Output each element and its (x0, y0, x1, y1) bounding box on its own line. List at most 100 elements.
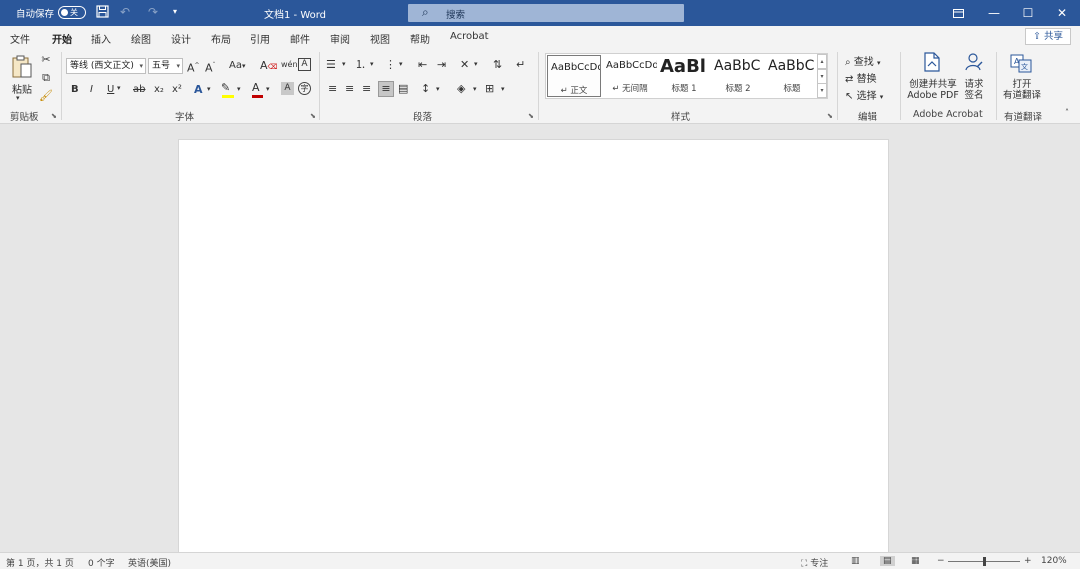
autosave-toggle[interactable]: 关 (58, 6, 86, 19)
zoom-out-icon[interactable]: − (937, 556, 945, 566)
tab-help[interactable]: 帮助 (410, 31, 430, 46)
numbering-icon[interactable]: ⒈ (355, 58, 366, 72)
tab-mailings[interactable]: 邮件 (290, 31, 310, 46)
font-name-select[interactable]: 等线 (西文正文) ▾ (66, 58, 146, 74)
tab-references[interactable]: 引用 (250, 31, 270, 46)
tab-layout[interactable]: 布局 (211, 31, 231, 46)
highlight-icon[interactable]: ✎ (221, 81, 230, 95)
find-button[interactable]: ⌕ 查找 ▾ (845, 53, 881, 68)
customize-toolbar-icon[interactable]: ▾ (168, 5, 182, 19)
chevron-down-icon[interactable]: ▾ (370, 60, 374, 68)
shading-icon[interactable]: ◈ (457, 82, 465, 96)
read-mode-icon[interactable]: ▥ (851, 556, 860, 566)
increase-indent-icon[interactable]: ⇥ (437, 58, 446, 72)
share-button[interactable]: ⇪ 共享 (1025, 28, 1071, 45)
align-center-icon[interactable]: ≡ (345, 82, 354, 96)
align-right-icon[interactable]: ≡ (362, 82, 371, 96)
search-box[interactable]: ⌕ 搜索 (408, 4, 684, 22)
minimize-icon[interactable]: — (984, 3, 1004, 23)
tab-draw[interactable]: 绘图 (131, 31, 151, 46)
tab-view[interactable]: 视图 (370, 31, 390, 46)
enclose-characters-icon[interactable]: 字 (298, 82, 311, 95)
document-page[interactable] (178, 139, 889, 552)
change-case-button[interactable]: Aa▾ (229, 60, 245, 71)
multilevel-list-icon[interactable]: ⋮ (385, 58, 396, 72)
tab-insert[interactable]: 插入 (91, 31, 111, 46)
chevron-down-icon[interactable]: ▾ (117, 84, 121, 92)
request-signature-button[interactable]: 请求 签名 (960, 79, 988, 101)
decrease-indent-icon[interactable]: ⇤ (418, 58, 427, 72)
asian-layout-icon[interactable]: ✕ (460, 58, 469, 72)
maximize-icon[interactable]: ☐ (1018, 3, 1038, 23)
styles-scroll-up-icon[interactable]: ▴ (817, 54, 827, 69)
justify-icon[interactable]: ≡ (378, 81, 394, 97)
language-indicator[interactable]: 英语(美国) (128, 556, 171, 569)
chevron-down-icon[interactable]: ▾ (399, 60, 403, 68)
line-spacing-icon[interactable]: ↕ (421, 82, 430, 96)
chevron-down-icon[interactable]: ▾ (436, 85, 440, 93)
chevron-down-icon[interactable]: ▾ (237, 85, 241, 93)
sort-icon[interactable]: ⇅ (493, 58, 502, 72)
tab-acrobat[interactable]: Acrobat (450, 31, 489, 42)
character-border-icon[interactable]: A (298, 58, 311, 71)
chevron-down-icon[interactable]: ▾ (342, 60, 346, 68)
tab-home[interactable]: 开始 (52, 31, 72, 51)
subscript-button[interactable]: x₂ (154, 84, 164, 95)
style-heading-1[interactable]: AaBl 标题 1 (657, 54, 711, 98)
focus-button[interactable]: ⛶ 专注 (801, 556, 828, 569)
zoom-in-icon[interactable]: + (1024, 556, 1032, 566)
close-icon[interactable]: ✕ (1052, 3, 1072, 23)
font-color-icon[interactable]: A (252, 81, 260, 95)
request-signature-icon[interactable] (964, 52, 984, 72)
chevron-down-icon[interactable]: ▾ (266, 85, 270, 93)
tab-file[interactable]: 文件 (10, 31, 30, 46)
style-no-spacing[interactable]: AaBbCcDd ↵ 无间隔 (603, 54, 657, 98)
align-left-icon[interactable]: ≡ (328, 82, 337, 96)
print-layout-icon[interactable]: ▤ (880, 556, 895, 566)
strikethrough-button[interactable]: ab (133, 84, 145, 95)
word-count[interactable]: 0 个字 (88, 556, 115, 569)
paste-icon[interactable] (10, 55, 34, 79)
italic-button[interactable]: I (90, 84, 93, 95)
style-normal[interactable]: AaBbCcDd ↵ 正文 (547, 55, 601, 97)
styles-more-icon[interactable]: ▾ (817, 83, 827, 98)
styles-launcher-icon[interactable]: ⬊ (827, 112, 833, 120)
styles-scroll-down-icon[interactable]: ▾ (817, 69, 827, 84)
paste-dropdown-icon[interactable]: ▾ (16, 94, 20, 102)
cut-icon[interactable]: ✂ (39, 53, 53, 67)
clipboard-launcher-icon[interactable]: ⬊ (51, 112, 57, 120)
undo-icon[interactable]: ↶ (118, 5, 132, 19)
shrink-font-icon[interactable]: Aˇ (205, 59, 216, 76)
chevron-down-icon[interactable]: ▾ (473, 85, 477, 93)
page-count[interactable]: 第 1 页，共 1 页 (6, 556, 74, 569)
chevron-down-icon[interactable]: ▾ (474, 60, 478, 68)
bold-button[interactable]: B (71, 84, 79, 95)
zoom-level[interactable]: 120% (1041, 556, 1067, 566)
paragraph-launcher-icon[interactable]: ⬊ (528, 112, 534, 120)
create-pdf-icon[interactable] (922, 52, 942, 77)
tab-review[interactable]: 审阅 (330, 31, 350, 46)
web-layout-icon[interactable]: ▦ (911, 556, 920, 566)
copy-icon[interactable]: ⧉ (39, 71, 53, 85)
zoom-slider-thumb[interactable] (983, 557, 986, 566)
ribbon-display-options-icon[interactable] (948, 3, 968, 23)
chevron-down-icon[interactable]: ▾ (501, 85, 505, 93)
underline-button[interactable]: U (107, 84, 114, 95)
redo-icon[interactable]: ↷ (146, 5, 160, 19)
grow-font-icon[interactable]: A^ (187, 59, 200, 76)
style-heading-2[interactable]: AaBbC 标题 2 (711, 54, 765, 98)
font-launcher-icon[interactable]: ⬊ (310, 112, 316, 120)
collapse-ribbon-icon[interactable]: ˄ (1065, 108, 1069, 117)
format-painter-icon[interactable]: 🖌 (39, 89, 53, 103)
style-title[interactable]: AaBbC 标题 (765, 54, 819, 98)
select-button[interactable]: ↖ 选择 ▾ (845, 87, 883, 102)
distributed-icon[interactable]: ▤ (398, 82, 408, 96)
phonetic-guide-icon[interactable]: wén (281, 58, 298, 72)
superscript-button[interactable]: x² (172, 84, 182, 95)
create-pdf-button[interactable]: 创建并共享 Adobe PDF (905, 79, 961, 101)
clear-formatting-icon[interactable]: A⌫ (260, 59, 277, 74)
font-size-select[interactable]: 五号 ▾ (148, 58, 183, 74)
save-icon[interactable] (95, 5, 109, 19)
show-marks-icon[interactable]: ↵ (516, 58, 525, 72)
tab-design[interactable]: 设计 (171, 31, 191, 46)
